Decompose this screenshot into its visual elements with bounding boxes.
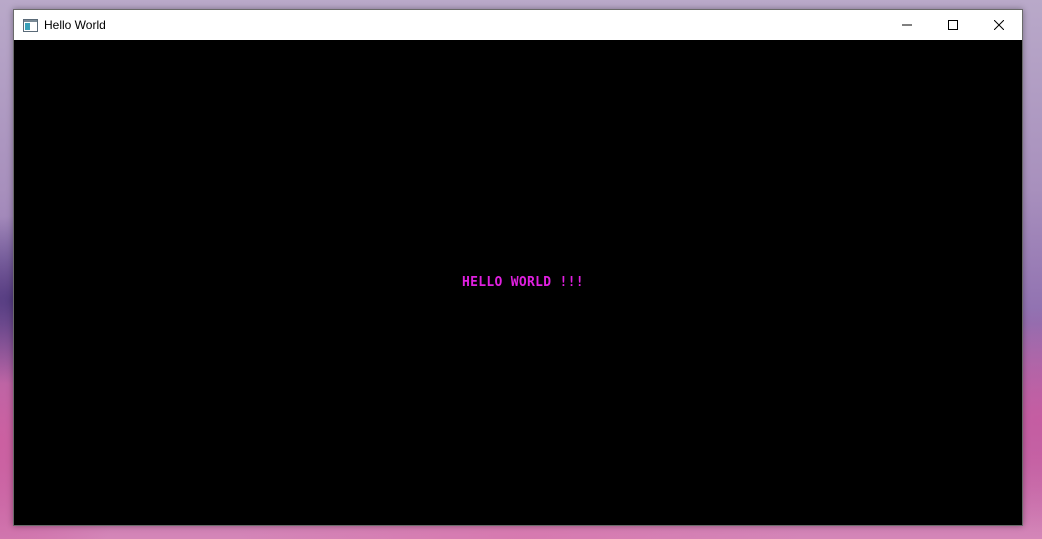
hello-message: HELLO WORLD !!!: [462, 275, 584, 290]
close-button[interactable]: [976, 10, 1022, 40]
minimize-button[interactable]: [884, 10, 930, 40]
window-title: Hello World: [44, 18, 106, 32]
client-area: HELLO WORLD !!!: [14, 40, 1022, 525]
minimize-icon: [902, 24, 912, 26]
window-controls: [884, 10, 1022, 40]
maximize-icon: [948, 20, 958, 30]
close-icon: [994, 20, 1004, 30]
app-window-icon: [22, 17, 38, 33]
title-bar[interactable]: Hello World: [14, 10, 1022, 40]
maximize-button[interactable]: [930, 10, 976, 40]
app-window: Hello World HELLO WORLD !!!: [13, 9, 1023, 526]
